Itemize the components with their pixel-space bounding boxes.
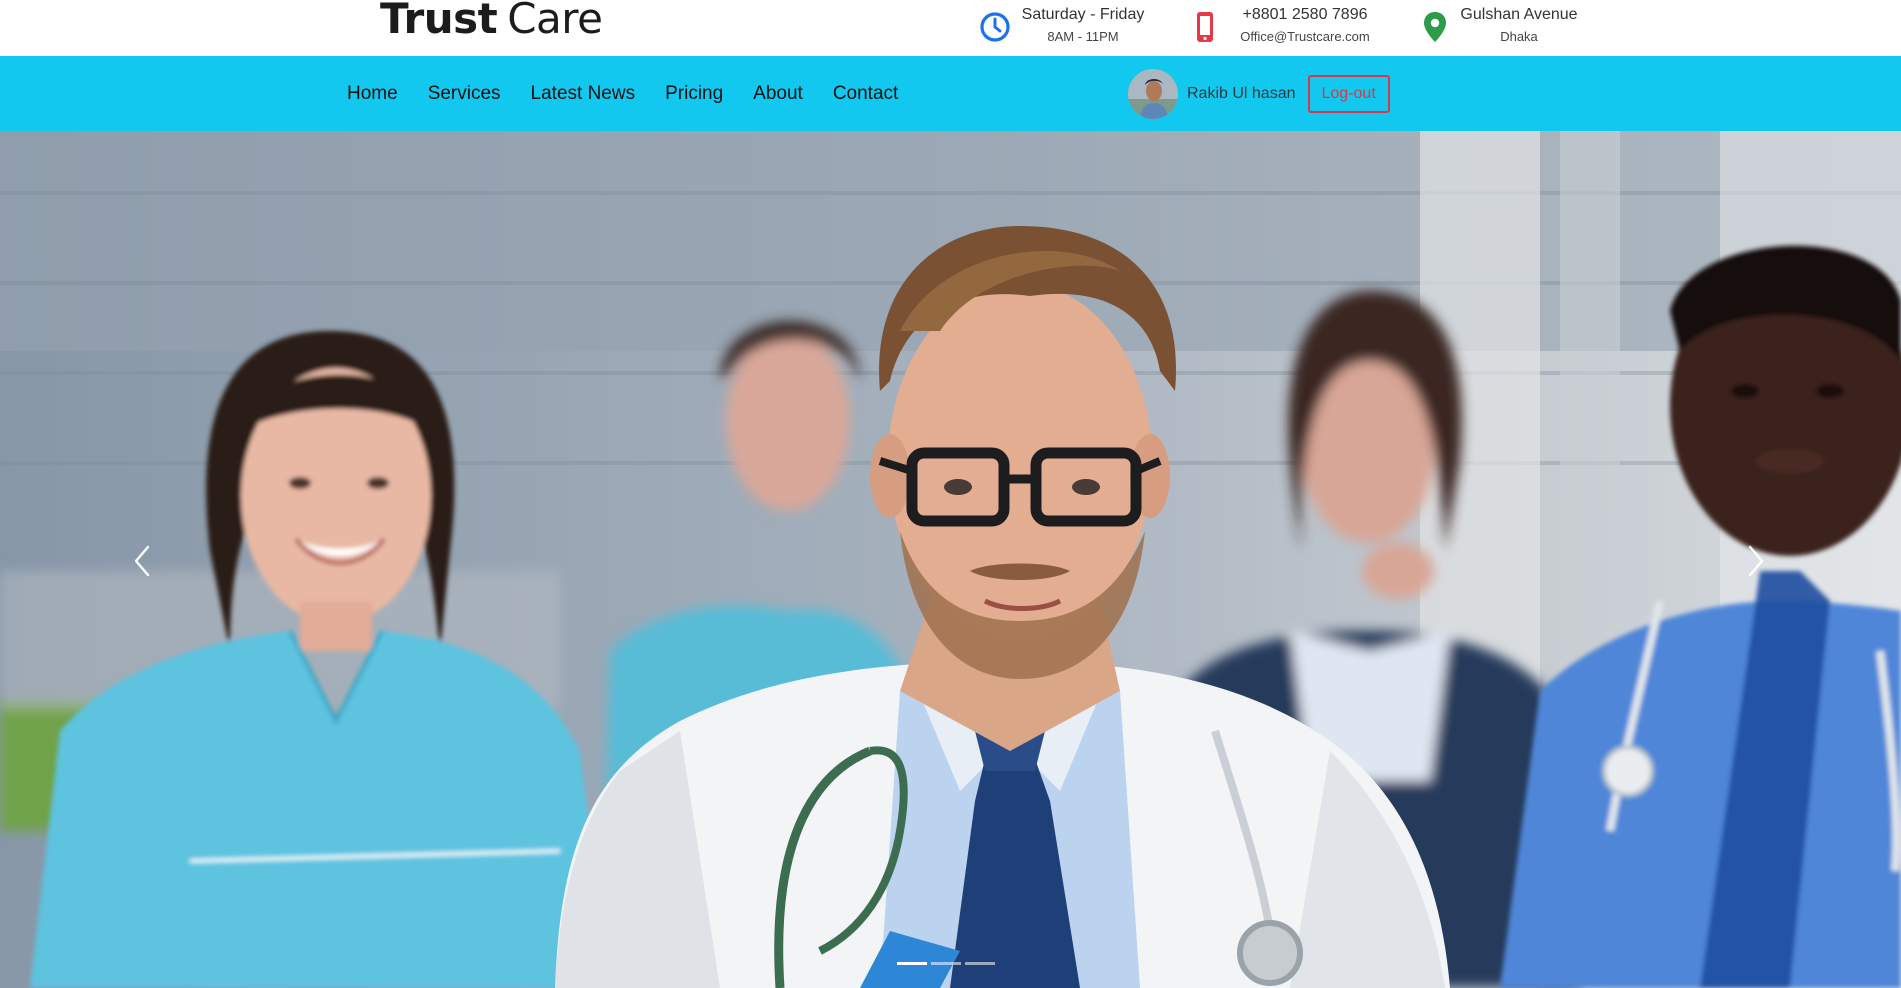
nav-pricing[interactable]: Pricing [665, 83, 723, 105]
address-street: Gulshan Avenue [1460, 6, 1578, 23]
clock-icon [980, 12, 1010, 42]
map-pin-icon [1424, 12, 1446, 42]
chevron-right-icon [1748, 545, 1764, 577]
main-navbar: Home Services Latest News Pricing About … [0, 56, 1901, 131]
phone-number[interactable]: +8801 2580 7896 [1220, 6, 1390, 24]
brand-name-light: Care [507, 0, 603, 43]
carousel-dot-3[interactable] [965, 962, 995, 965]
address: Gulshan Avenue Dhaka [1418, 4, 1588, 50]
nav-home[interactable]: Home [347, 83, 398, 105]
brand-name-bold: Trust [380, 0, 498, 43]
hero-carousel [0, 131, 1901, 988]
hours-time: 8AM - 11PM [1047, 29, 1119, 44]
user-panel: Rakib Ul hasan Log-out [1128, 68, 1390, 120]
office-email[interactable]: Office@Trustcare.com [1220, 29, 1390, 44]
phone-contact: +8801 2580 7896 Office@Trustcare.com [1190, 4, 1390, 50]
user-name[interactable]: Rakib Ul hasan [1187, 85, 1296, 103]
opening-hours: Saturday - Friday 8AM - 11PM [978, 4, 1148, 50]
carousel-dot-2[interactable] [931, 962, 961, 965]
address-city: Dhaka [1500, 29, 1538, 44]
nav-about[interactable]: About [753, 83, 803, 105]
nav-latest-news[interactable]: Latest News [531, 83, 636, 105]
phone-icon [1197, 12, 1213, 42]
logout-button[interactable]: Log-out [1307, 75, 1390, 113]
chevron-left-icon [134, 545, 150, 577]
hours-days: Saturday - Friday [1021, 6, 1145, 23]
nav-contact[interactable]: Contact [833, 83, 898, 105]
avatar-image [1128, 69, 1178, 119]
brand-logo[interactable]: Trust Care [380, 0, 603, 43]
avatar[interactable] [1128, 69, 1178, 119]
carousel-prev-button[interactable] [122, 541, 162, 581]
top-info-bar: Trust Care Saturday - Friday 8AM - 11PM +… [0, 0, 1901, 56]
nav-menu: Home Services Latest News Pricing About … [347, 56, 928, 131]
hero-slide-image [0, 131, 1901, 988]
nav-services[interactable]: Services [428, 83, 501, 105]
carousel-indicators [897, 962, 995, 965]
carousel-dot-1[interactable] [897, 962, 927, 965]
carousel-next-button[interactable] [1736, 541, 1776, 581]
